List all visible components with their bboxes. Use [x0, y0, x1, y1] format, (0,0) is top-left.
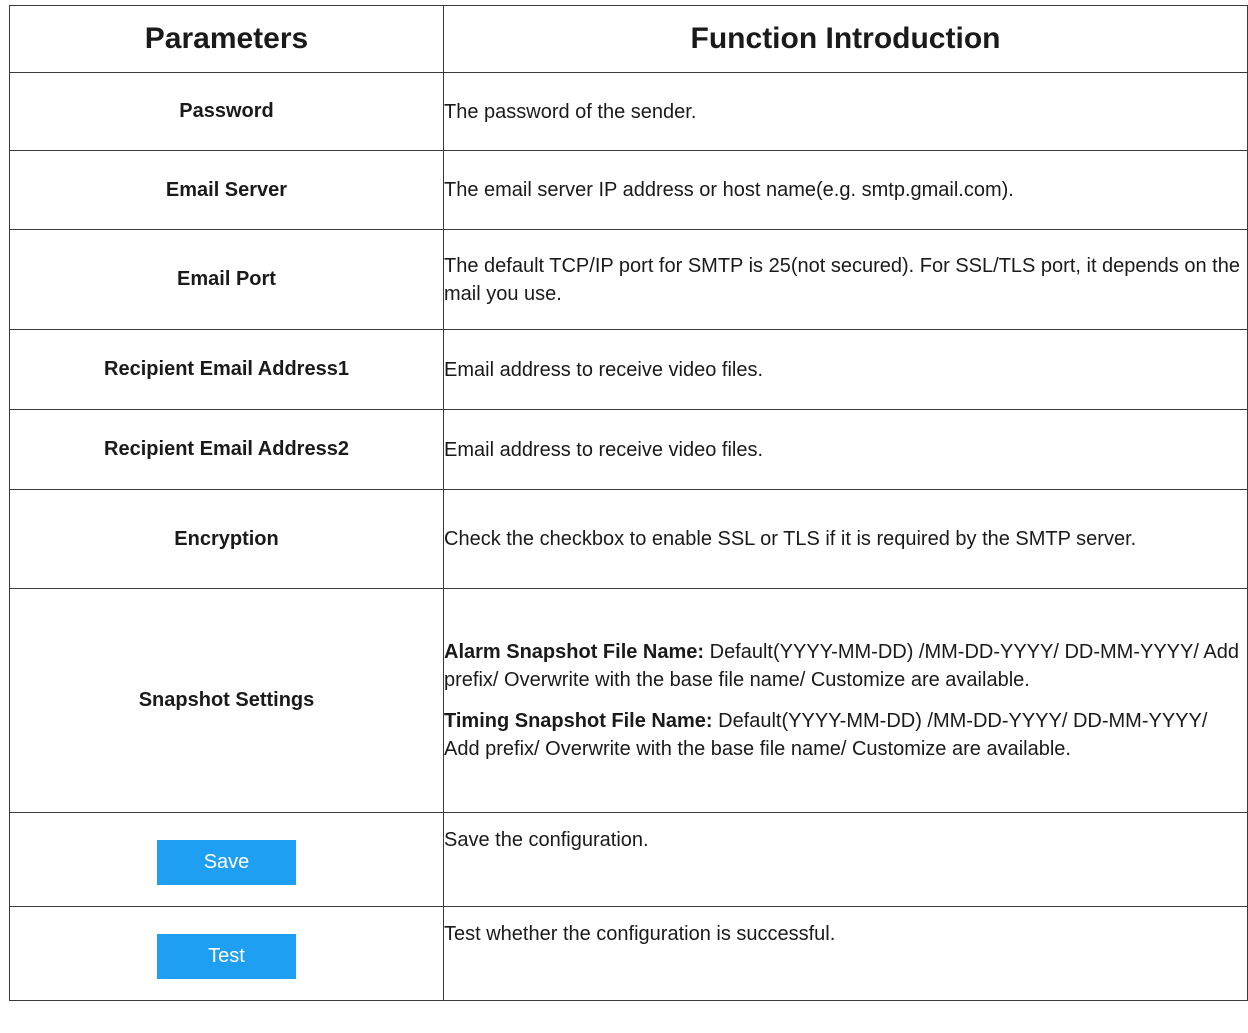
test-button-cell: Test	[9, 906, 444, 1001]
param-name: Encryption	[9, 489, 444, 589]
table-row: Encryption Check the checkbox to enable …	[9, 489, 1248, 589]
param-description: Email address to receive video files.	[443, 409, 1248, 490]
param-description: Test whether the configuration is succes…	[443, 906, 1248, 1001]
table-row: Recipient Email Address1 Email address t…	[9, 329, 1248, 410]
param-name: Recipient Email Address1	[9, 329, 444, 410]
alarm-snapshot-label: Alarm Snapshot File Name:	[444, 641, 705, 663]
table-header-row: Parameters Function Introduction	[9, 5, 1248, 73]
table-row: Snapshot Settings Alarm Snapshot File Na…	[9, 588, 1248, 813]
param-description: The default TCP/IP port for SMTP is 25(n…	[443, 229, 1248, 330]
table-row: Test Test whether the configuration is s…	[9, 906, 1248, 1001]
param-description: The email server IP address or host name…	[443, 150, 1248, 230]
save-button-cell: Save	[9, 812, 444, 907]
table-row: Email Server The email server IP address…	[9, 150, 1248, 230]
header-function-introduction: Function Introduction	[443, 5, 1248, 73]
param-description: Email address to receive video files.	[443, 329, 1248, 410]
parameters-table: Parameters Function Introduction Passwor…	[9, 5, 1248, 1001]
param-name: Snapshot Settings	[9, 588, 444, 813]
table-row: Recipient Email Address2 Email address t…	[9, 409, 1248, 490]
param-name: Password	[9, 72, 444, 151]
param-description: The password of the sender.	[443, 72, 1248, 151]
alarm-snapshot-paragraph: Alarm Snapshot File Name: Default(YYYY-M…	[444, 638, 1247, 694]
table-row: Email Port The default TCP/IP port for S…	[9, 229, 1248, 330]
timing-snapshot-paragraph: Timing Snapshot File Name: Default(YYYY-…	[444, 707, 1247, 763]
param-name: Email Port	[9, 229, 444, 330]
table-row: Save Save the configuration.	[9, 812, 1248, 907]
save-button[interactable]: Save	[157, 840, 296, 885]
param-description: Save the configuration.	[443, 812, 1248, 907]
test-button[interactable]: Test	[157, 934, 296, 979]
table-row: Password The password of the sender.	[9, 72, 1248, 151]
timing-snapshot-label: Timing Snapshot File Name:	[444, 710, 713, 732]
param-name: Email Server	[9, 150, 444, 230]
header-parameters: Parameters	[9, 5, 444, 73]
param-description: Check the checkbox to enable SSL or TLS …	[443, 489, 1248, 589]
param-name: Recipient Email Address2	[9, 409, 444, 490]
param-description: Alarm Snapshot File Name: Default(YYYY-M…	[443, 588, 1248, 813]
